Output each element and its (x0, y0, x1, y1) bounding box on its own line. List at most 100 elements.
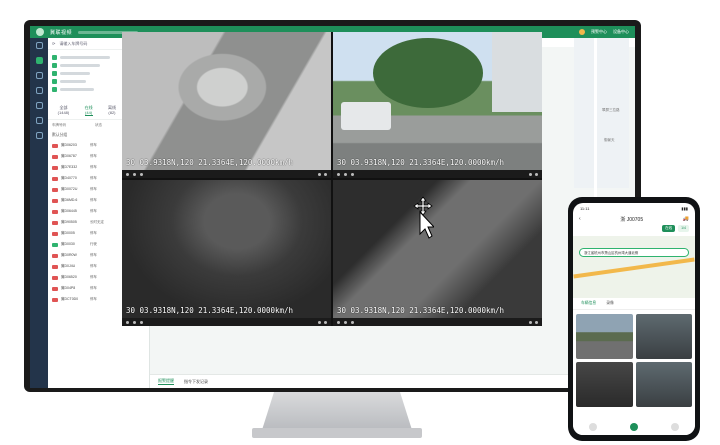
header-link-alerts[interactable]: 预警中心 (591, 29, 607, 35)
report-icon[interactable] (35, 117, 43, 124)
map-strip[interactable]: 翠屏三拉路 御景天 (574, 38, 629, 238)
settings-icon[interactable] (35, 132, 43, 139)
play-icon[interactable] (126, 320, 129, 324)
phone-video[interactable] (635, 362, 692, 407)
refresh-icon[interactable]: ⟳ (52, 41, 55, 46)
video-controls (122, 170, 331, 178)
vehicle-icon (52, 165, 58, 170)
vehicle-plate: 冀D06445 (61, 209, 77, 213)
vehicle-status: 停车 (90, 165, 97, 169)
volume-icon[interactable] (351, 172, 354, 176)
chip-online[interactable]: 在线 (662, 225, 676, 232)
video-controls (333, 170, 542, 178)
vehicle-status: 长时无定 (90, 220, 104, 224)
tab-vehicle-info[interactable]: 车辆信息 (581, 301, 596, 306)
snapshot-icon[interactable] (318, 320, 321, 324)
phone-video[interactable] (576, 362, 633, 407)
vehicle-icon (52, 275, 58, 280)
header-link-devices[interactable]: 设备中心 (613, 29, 629, 35)
app-brand: 冀联视频 (50, 29, 73, 36)
home-icon[interactable] (589, 423, 598, 431)
expand-icon[interactable] (535, 320, 538, 324)
tab-recording[interactable]: 录像 (606, 301, 614, 306)
tree-checkbox[interactable] (52, 62, 57, 68)
stop-icon[interactable] (133, 172, 136, 176)
play-icon[interactable] (337, 320, 340, 324)
vehicle-icon (52, 209, 58, 214)
menu-icon[interactable] (35, 42, 43, 49)
snapshot-icon[interactable] (529, 320, 532, 324)
monitor-icon[interactable] (35, 57, 43, 64)
vehicle-plate: 冀D0R0W (61, 253, 77, 257)
tree-checkbox[interactable] (52, 70, 57, 76)
video-icon[interactable] (35, 87, 43, 94)
expand-icon[interactable] (324, 172, 327, 176)
volume-icon[interactable] (140, 172, 143, 176)
video-cell-side[interactable]: 30 03.9318N,120 21.3364E,120.0000km/h (333, 180, 542, 326)
video-cell-road[interactable]: 30 03.9318N,120 21.3364E,120.0000km/h (333, 32, 542, 178)
nav-icon-strip (30, 38, 48, 388)
vehicle-icon (52, 154, 58, 159)
tab-all[interactable]: 全部 (1448) (58, 105, 70, 116)
play-icon[interactable] (126, 172, 129, 176)
video-osd: 30 03.9318N,120 21.3364E,120.0000km/h (126, 158, 294, 167)
map-label: 御景天 (604, 138, 615, 142)
map-icon[interactable] (35, 72, 43, 79)
vehicle-icon (52, 187, 58, 192)
vehicle-plate: 冀D6MD.6 (61, 198, 78, 202)
vehicle-status: 停车 (90, 286, 97, 290)
tree-checkbox[interactable] (52, 78, 57, 84)
snapshot-icon[interactable] (318, 172, 321, 176)
product-composite: 冀联视频 预警中心 设备中心 ⟳ 请输入车牌号码 全部 (1448) 在线 (4… (0, 0, 720, 445)
vehicle-icon (52, 198, 58, 203)
vehicle-icon (52, 220, 58, 225)
stop-icon[interactable] (344, 172, 347, 176)
video-frame (333, 32, 542, 170)
tab-alarm-reminder[interactable]: 报警提醒 (158, 378, 174, 385)
back-icon[interactable]: ‹ (579, 216, 581, 222)
stop-icon[interactable] (344, 320, 347, 324)
video-frame (333, 180, 542, 318)
vehicle-plate: 冀D0J4U (61, 264, 76, 268)
video-cell-cargo[interactable]: 30 03.9318N,120 21.3364E,120.0000km/h (122, 180, 331, 326)
phone-video-grid (573, 310, 695, 411)
phone-map[interactable]: 浙江省杭州市萧山区杭州湾大道北侧 (573, 236, 695, 298)
vehicle-plate: 冀D04P8 (61, 286, 76, 290)
vehicle-status: 停车 (90, 187, 97, 191)
chip-page[interactable]: 1/4 (678, 225, 689, 232)
vehicle-icon (52, 253, 58, 258)
vehicle-status: 停车 (90, 264, 97, 268)
phone-time: 11:11 (580, 205, 590, 211)
vehicle-avatar-icon: 🚚 (682, 216, 689, 222)
stop-icon[interactable] (133, 320, 136, 324)
phone-video[interactable] (576, 314, 633, 359)
expand-icon[interactable] (535, 172, 538, 176)
tab-command-log[interactable]: 指令下发记录 (184, 379, 208, 385)
video-osd: 30 03.9318N,120 21.3364E,120.0000km/h (337, 158, 505, 167)
volume-icon[interactable] (140, 320, 143, 324)
play-icon[interactable] (337, 172, 340, 176)
expand-icon[interactable] (324, 320, 327, 324)
phone-video[interactable] (635, 314, 692, 359)
signal-icon: ▮▮▮ (681, 205, 688, 211)
location-banner: 浙江省杭州市萧山区杭州湾大道北侧 (579, 248, 689, 257)
vehicle-status: 停车 (90, 143, 97, 147)
volume-icon[interactable] (351, 320, 354, 324)
video-grid: 30 03.9318N,120 21.3364E,120.0000km/h 30… (122, 32, 542, 326)
tab-offline[interactable]: 离线 (82) (108, 105, 116, 116)
vehicle-icon (52, 264, 58, 269)
bell-icon[interactable] (579, 29, 585, 35)
tree-checkbox[interactable] (52, 54, 57, 60)
snapshot-icon[interactable] (529, 172, 532, 176)
fullscreen-icon[interactable] (670, 423, 679, 431)
vehicle-icon (52, 176, 58, 181)
map-label: 翠屏三拉路 (602, 108, 620, 112)
phone-nav: ‹ 浙 J00705 🚚 (573, 213, 695, 225)
tree-checkbox[interactable] (52, 86, 57, 92)
tab-online[interactable]: 在线 (44) (84, 105, 93, 116)
vehicle-status: 停车 (90, 198, 97, 202)
pause-icon[interactable] (629, 423, 638, 431)
phone-title: 浙 J00705 (620, 216, 644, 223)
alarm-icon[interactable] (35, 102, 43, 109)
video-cell-cab[interactable]: 30 03.9318N,120 21.3364E,120.0000km/h (122, 32, 331, 178)
